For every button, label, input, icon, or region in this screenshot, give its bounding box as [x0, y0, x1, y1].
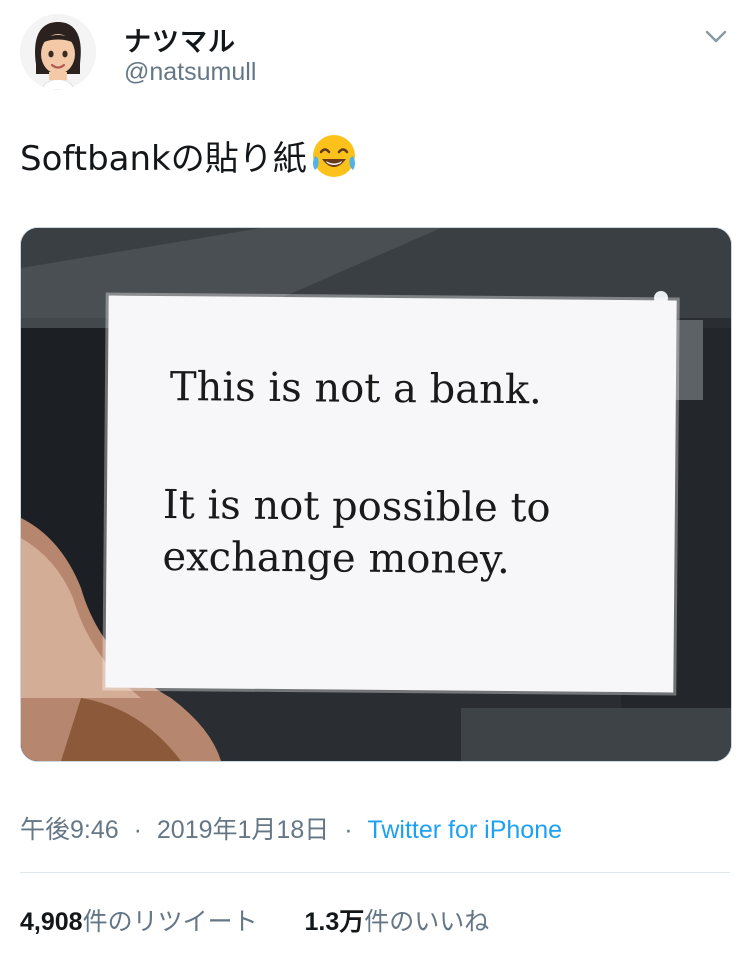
- retweets-count: 4,908: [20, 908, 83, 936]
- likes-label: 件のいいね: [364, 908, 490, 936]
- tweet-source-link[interactable]: Twitter for iPhone: [367, 816, 562, 844]
- tweet-date[interactable]: 2019年1月18日: [157, 816, 329, 844]
- sign-line-3: exchange money.: [162, 534, 511, 584]
- sign-line-2: It is not possible to: [162, 482, 551, 532]
- tweet-text-content: Softbankの貼り紙: [20, 138, 307, 179]
- meta-separator: ·: [344, 816, 353, 844]
- meta-separator: ·: [133, 816, 142, 844]
- likes-stat[interactable]: 1.3万件のいいね: [305, 902, 490, 938]
- chevron-down-icon[interactable]: [702, 22, 730, 50]
- paper-sign: This is not a bank. It is not possible t…: [105, 295, 677, 693]
- user-handle[interactable]: @natsumull: [124, 58, 256, 87]
- tweet-time[interactable]: 午後9:46: [20, 816, 119, 844]
- display-name[interactable]: ナツマル: [124, 20, 236, 59]
- tweet-text: Softbankの貼り紙: [20, 130, 359, 180]
- retweets-stat[interactable]: 4,908件のリツイート: [20, 902, 258, 938]
- likes-count: 1.3万: [304, 908, 365, 936]
- avatar[interactable]: [20, 14, 96, 90]
- sign-line-1: This is not a bank.: [169, 364, 542, 414]
- divider: [20, 872, 730, 873]
- retweets-label: 件のリツイート: [82, 908, 258, 936]
- tweet-header: ナツマル @natsumull: [0, 0, 750, 110]
- tweet-photo[interactable]: This is not a bank. It is not possible t…: [20, 227, 732, 762]
- face-with-tears-of-joy-icon: [309, 130, 359, 180]
- tweet-stats: 4,908件のリツイート 1.3万件のいいね: [20, 902, 489, 938]
- tweet-meta: 午後9:46 · 2019年1月18日 · Twitter for iPhone: [20, 810, 562, 846]
- memoji-avatar-icon: [20, 14, 96, 90]
